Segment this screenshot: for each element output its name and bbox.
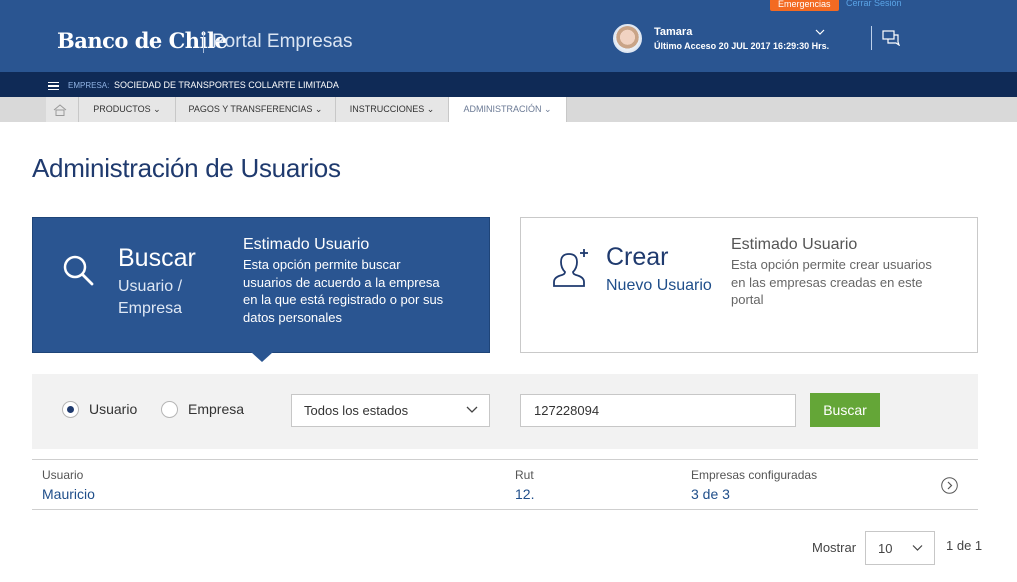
header-divider: [871, 26, 872, 50]
chevron-down-icon: ⌄: [150, 104, 161, 114]
user-name[interactable]: Tamara: [654, 26, 692, 38]
create-card-desc-3: portal: [731, 292, 764, 307]
create-card-desc-1: Esta opción permite crear usuarios: [731, 257, 932, 272]
chevron-down-icon: ⌄: [541, 104, 552, 114]
row-empresas-value[interactable]: 3 de 3: [691, 486, 730, 502]
chevron-down-icon[interactable]: [912, 543, 923, 552]
chevron-right-icon[interactable]: [941, 477, 958, 494]
row-usuario-value[interactable]: Mauricio: [42, 486, 95, 502]
radio-usuario-label[interactable]: Usuario: [89, 401, 137, 417]
home-icon[interactable]: [53, 104, 67, 116]
user-add-icon: [553, 249, 588, 287]
nav-label: PRODUCTOS: [93, 104, 151, 114]
create-card-desc-2: en las empresas creadas en este: [731, 274, 923, 290]
emergencias-button[interactable]: Emergencias: [770, 0, 839, 11]
search-card-desc-3: en la que está registrado o por sus: [243, 292, 444, 307]
search-card-desc-1: Esta opción permite buscar: [243, 257, 401, 272]
search-icon: [63, 255, 94, 286]
empresa-name[interactable]: SOCIEDAD DE TRANSPORTES COLLARTE LIMITAD…: [114, 80, 339, 90]
search-card-subtitle-1: Usuario /: [118, 278, 183, 295]
chevron-down-icon: ⌄: [312, 104, 323, 114]
results-divider-top: [32, 459, 978, 460]
column-header-rut: Rut: [515, 468, 534, 482]
create-card-title: Crear: [606, 243, 669, 271]
page-title: Administración de Usuarios: [32, 153, 341, 183]
create-card-heading: Estimado Usuario: [731, 236, 858, 253]
card-pointer: [251, 352, 273, 362]
chevron-down-icon[interactable]: [815, 28, 825, 36]
page-size-label: Mostrar: [812, 540, 857, 555]
menu-icon[interactable]: [48, 82, 59, 90]
search-card-heading: Estimado Usuario: [243, 236, 370, 253]
nav-label: INSTRUCCIONES: [349, 104, 425, 114]
nav-label: ADMINISTRACIÓN: [463, 104, 542, 114]
results-divider-bottom: [32, 509, 978, 510]
chevron-down-icon[interactable]: [466, 404, 478, 414]
empresa-label: EMPRESA:: [68, 81, 110, 90]
bank-logo[interactable]: Banco de Chile: [57, 28, 228, 53]
nav-pagos[interactable]: PAGOS Y TRANSFERENCIAS ⌄: [176, 97, 336, 122]
chevron-down-icon: ⌄: [424, 104, 435, 114]
search-card-desc-4: datos personales: [243, 309, 343, 325]
radio-empresa-label[interactable]: Empresa: [188, 401, 244, 417]
search-card-title: Buscar: [118, 244, 196, 272]
status-select[interactable]: Todos los estados: [291, 394, 490, 427]
search-card-desc-2: usuarios de acuerdo a la empresa: [243, 274, 440, 290]
create-card-subtitle: Nuevo Usuario: [606, 277, 712, 294]
chat-icon[interactable]: [882, 30, 900, 46]
page-size-select[interactable]: 10: [865, 531, 935, 565]
search-card-subtitle-2: Empresa: [118, 300, 183, 317]
search-button[interactable]: Buscar: [810, 393, 880, 427]
radio-usuario[interactable]: [62, 401, 79, 418]
rut-input[interactable]: [520, 394, 796, 427]
page-info: 1 de 1: [946, 538, 983, 553]
radio-empresa[interactable]: [161, 401, 178, 418]
portal-name: Portal Empresas: [212, 31, 353, 52]
logout-link[interactable]: Cerrar Sesión: [846, 0, 902, 8]
nav-label: PAGOS Y TRANSFERENCIAS: [188, 104, 313, 114]
column-header-usuario: Usuario: [42, 468, 84, 482]
column-header-empresas: Empresas configuradas: [691, 468, 818, 482]
row-rut-value: 12.: [515, 486, 535, 502]
last-access-text: Último Acceso 20 JUL 2017 16:29:30 Hrs.: [654, 41, 830, 51]
nav-productos[interactable]: PRODUCTOS ⌄: [79, 97, 176, 122]
user-avatar[interactable]: [613, 24, 642, 53]
nav-administracion[interactable]: ADMINISTRACIÓN ⌄: [449, 97, 567, 122]
logo-divider: [203, 31, 204, 53]
nav-instrucciones[interactable]: INSTRUCCIONES ⌄: [336, 97, 449, 122]
